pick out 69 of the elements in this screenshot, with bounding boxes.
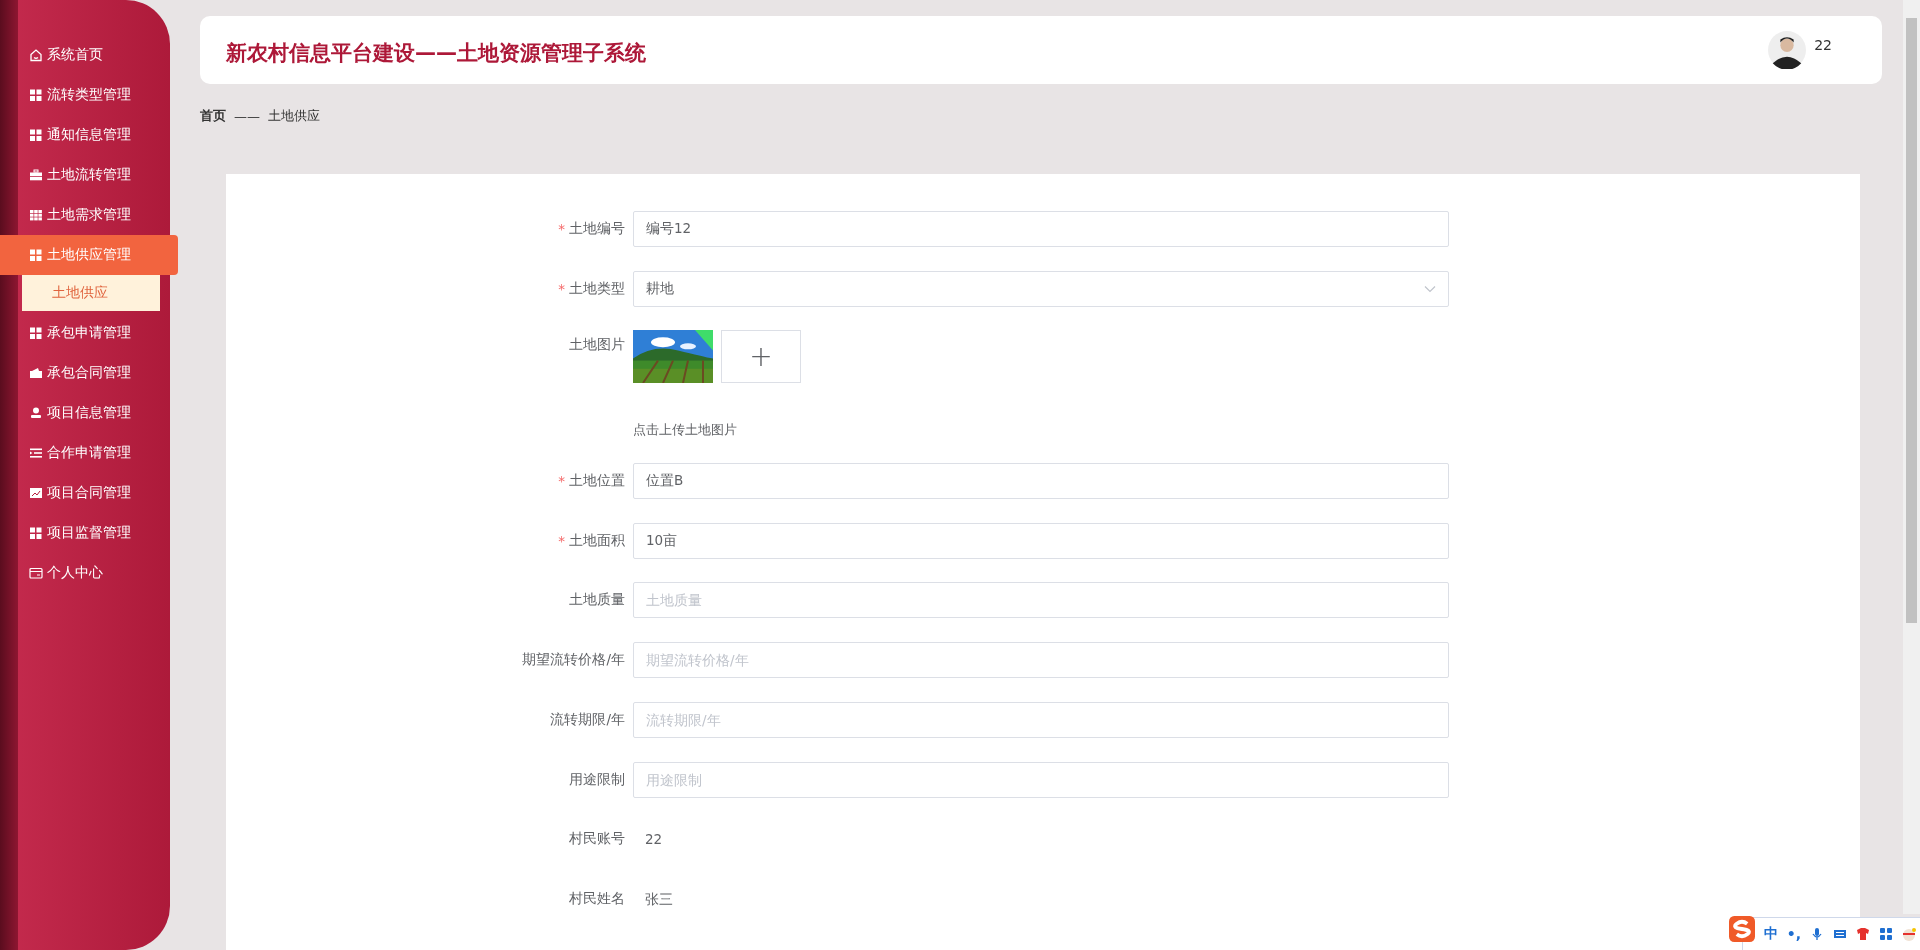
mascot-icon[interactable]: [1902, 927, 1916, 941]
sidebar-item[interactable]: 项目监督管理: [0, 513, 170, 553]
home-icon: [29, 48, 43, 62]
punctuation-mode[interactable]: •,: [1786, 926, 1801, 942]
list-icon: [29, 446, 43, 460]
shirt-icon[interactable]: [1856, 927, 1870, 941]
sidebar-item[interactable]: 承包申请管理: [0, 313, 170, 353]
input-field[interactable]: 10亩: [633, 522, 1449, 559]
input-field[interactable]: 土地质量: [633, 582, 1449, 619]
field-label: 土地位置: [569, 472, 625, 491]
input-field[interactable]: 编号12: [633, 211, 1449, 247]
breadcrumb-item[interactable]: 首页: [200, 107, 226, 125]
user-name: 22: [1814, 37, 1832, 53]
apps-icon[interactable]: [1879, 927, 1893, 941]
field-label: 土地图片: [569, 336, 625, 355]
keyboard-icon[interactable]: [1833, 927, 1847, 941]
chevron-down-icon: [1424, 284, 1436, 293]
select-field[interactable]: 耕地: [633, 270, 1449, 307]
sidebar-item[interactable]: 土地流转管理: [0, 155, 170, 195]
input-field[interactable]: 位置B: [633, 463, 1449, 500]
field-label: 土地编号: [569, 220, 625, 238]
sidebar-item[interactable]: 土地供应管理: [0, 235, 178, 275]
upload-button[interactable]: +: [721, 330, 801, 384]
field-label: 土地类型: [569, 279, 625, 298]
sidebar-item[interactable]: 承包合同管理: [0, 353, 170, 393]
user-icon: [29, 406, 43, 420]
input-field[interactable]: 用途限制: [633, 761, 1449, 798]
microphone-icon[interactable]: [1810, 927, 1824, 941]
sidebar-item[interactable]: 合作申请管理: [0, 433, 170, 473]
grid-icon: [29, 326, 43, 340]
grid-icon: [29, 88, 43, 102]
required-mark: *: [558, 221, 565, 237]
briefcase-icon: [29, 168, 43, 182]
field-label: 村民账号: [569, 830, 625, 849]
required-mark: *: [558, 473, 565, 490]
required-mark: *: [558, 532, 565, 549]
submenu-item[interactable]: 土地供应: [22, 275, 160, 311]
field-label: 流转期限/年: [550, 710, 625, 729]
field-label: 村民姓名: [569, 889, 625, 908]
field-label: 期望流转价格/年: [522, 651, 625, 670]
input-field[interactable]: 流转期限/年: [633, 701, 1449, 738]
input-mode[interactable]: 中: [1763, 925, 1778, 943]
sidebar-item[interactable]: 项目合同管理: [0, 473, 170, 513]
field-value: 22: [644, 831, 663, 848]
scrollbar[interactable]: [1903, 0, 1920, 914]
sidebar-item[interactable]: 土地需求管理: [0, 195, 170, 235]
field-label: 用途限制: [569, 770, 625, 789]
field-value: 张三: [644, 890, 673, 907]
sidebar-item[interactable]: 系统首页: [0, 35, 170, 75]
field-label: 土地质量: [569, 591, 625, 610]
grid-icon: [29, 248, 43, 262]
sidebar-item[interactable]: 个人中心: [0, 553, 170, 593]
grid-icon: [29, 208, 43, 222]
upload-hint: 点击上传土地图片: [633, 421, 738, 440]
sidebar-item[interactable]: 流转类型管理: [0, 75, 170, 115]
wallet-icon: [29, 366, 43, 380]
input-field[interactable]: 期望流转价格/年: [633, 642, 1449, 679]
breadcrumb-item: 土地供应: [268, 107, 320, 125]
sidebar-item[interactable]: 项目信息管理: [0, 393, 170, 433]
chart-icon: [29, 486, 43, 500]
card-icon: [29, 566, 43, 580]
avatar-icon: [1768, 31, 1807, 69]
system-title: 新农村信息平台建设——土地资源管理子系统: [226, 40, 646, 67]
sidebar-item[interactable]: 通知信息管理: [0, 115, 170, 155]
required-mark: *: [558, 280, 565, 297]
grid-icon: [29, 128, 43, 142]
breadcrumb-separator: ——: [234, 108, 260, 124]
grid-icon: [29, 526, 43, 540]
field-label: 土地面积: [569, 531, 625, 550]
